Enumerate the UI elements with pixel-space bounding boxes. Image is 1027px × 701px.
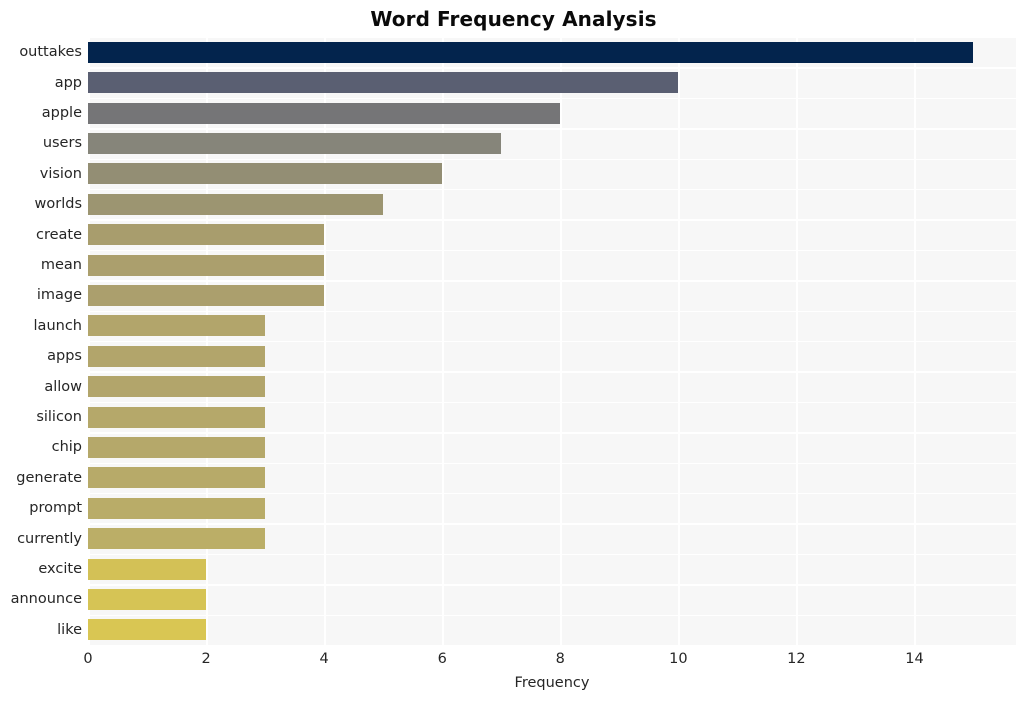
bar (88, 193, 384, 215)
bar (88, 284, 325, 306)
bar (88, 376, 266, 398)
x-axis-tick-label: 12 (787, 651, 806, 667)
bar (88, 406, 266, 428)
y-axis-tick-label: generate (16, 469, 82, 486)
horizontal-gridline (88, 67, 1016, 69)
x-axis-tick-label: 10 (669, 651, 688, 667)
vertical-gridline (88, 37, 90, 645)
y-axis-tick-labels: outtakes app apple users vision worlds create m… (0, 37, 82, 645)
plot-area (88, 37, 1016, 645)
horizontal-gridline (88, 280, 1016, 282)
x-axis-tick-label: 4 (319, 651, 329, 667)
vertical-gridline (206, 37, 208, 645)
vertical-gridline (678, 37, 680, 645)
bar (88, 497, 266, 519)
y-axis-tick-label: launch (33, 317, 82, 334)
horizontal-gridline (88, 584, 1016, 586)
y-axis-tick-label: silicon (36, 409, 82, 425)
y-axis-tick-label: currently (17, 530, 82, 547)
vertical-gridline (442, 37, 444, 645)
y-axis-tick-label: prompt (29, 500, 82, 517)
horizontal-gridline (88, 523, 1016, 525)
x-axis-tick-labels: 0 2 4 6 8 10 12 14 (0, 650, 1027, 670)
horizontal-gridline (88, 614, 1016, 616)
x-axis-tick-label: 0 (83, 651, 93, 667)
y-axis-tick-label: worlds (34, 196, 82, 213)
vertical-gridline (560, 37, 562, 645)
y-axis-tick-label: apps (47, 348, 82, 365)
x-axis-title: Frequency (514, 675, 590, 691)
bar (88, 72, 679, 94)
y-axis-tick-label: vision (39, 165, 82, 182)
x-axis-tick-label: 14 (905, 651, 924, 667)
bar (88, 254, 325, 276)
y-axis-tick-label: outtakes (19, 44, 82, 61)
horizontal-gridline (88, 493, 1016, 495)
y-axis-tick-label: announce (10, 591, 82, 608)
horizontal-gridline (88, 189, 1016, 191)
y-axis-tick-label: allow (44, 378, 82, 395)
x-axis-tick-label: 8 (555, 651, 565, 667)
horizontal-gridline (88, 401, 1016, 404)
y-axis-tick-label: image (36, 287, 82, 304)
y-axis-tick-label: apple (41, 105, 82, 121)
horizontal-gridline (88, 97, 1016, 100)
y-axis-tick-label: mean (40, 257, 82, 273)
y-axis-tick-label: like (57, 621, 82, 638)
vertical-gridline (796, 37, 798, 645)
chart-figure: Word Frequency Analysis outtakes app apple… (0, 0, 1027, 701)
bar (88, 315, 266, 337)
bar (88, 588, 207, 610)
y-axis-tick-label: excite (38, 561, 82, 577)
x-axis-tick-label: 6 (437, 651, 447, 667)
horizontal-gridline (88, 432, 1016, 434)
bar (88, 558, 207, 580)
bar (88, 102, 561, 124)
horizontal-gridline (88, 462, 1016, 464)
vertical-gridline (914, 37, 917, 645)
y-axis-tick-label: app (54, 74, 82, 91)
y-axis-tick-label: create (35, 226, 82, 243)
horizontal-gridline (88, 249, 1016, 252)
bar (88, 224, 325, 246)
bar (88, 528, 266, 550)
bar (88, 467, 266, 489)
horizontal-gridline (88, 553, 1016, 556)
y-axis-tick-label: chip (51, 439, 82, 456)
bar (88, 436, 266, 458)
horizontal-gridline (88, 219, 1016, 221)
x-axis-tick-label: 2 (201, 651, 211, 667)
horizontal-gridline (88, 37, 1016, 39)
horizontal-gridline (88, 128, 1016, 130)
horizontal-gridline (88, 371, 1016, 373)
y-axis-tick-label: users (42, 135, 82, 152)
horizontal-gridline (88, 158, 1016, 160)
horizontal-gridline (88, 310, 1016, 312)
bar (88, 163, 443, 185)
bar (88, 132, 502, 154)
bar (88, 345, 266, 367)
horizontal-gridline (88, 341, 1016, 343)
bar (88, 41, 974, 63)
chart-title: Word Frequency Analysis (370, 7, 657, 31)
vertical-gridline (324, 37, 326, 645)
bar (88, 619, 207, 641)
